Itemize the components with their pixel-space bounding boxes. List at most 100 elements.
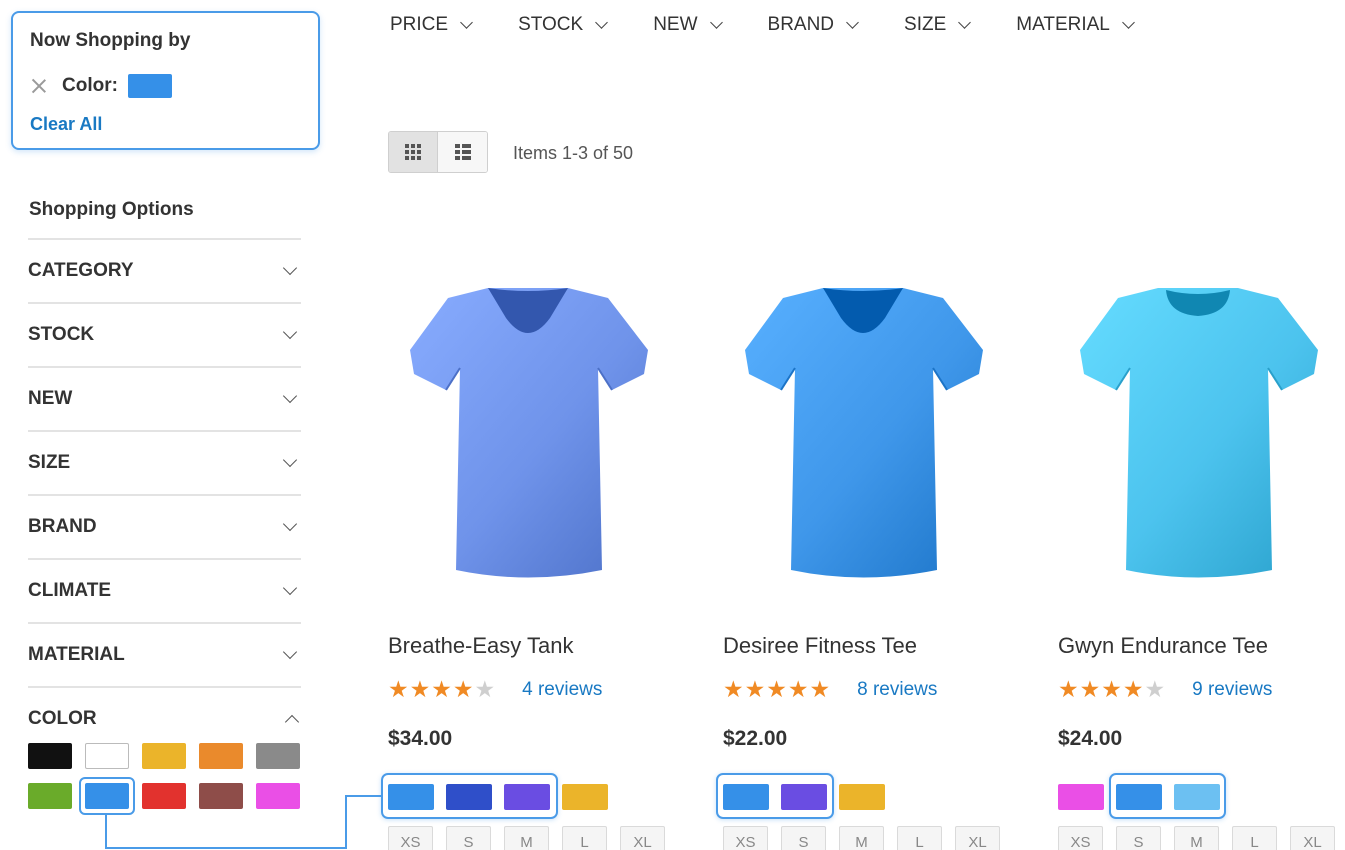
top-filter-label: MATERIAL: [1016, 14, 1110, 35]
size-option[interactable]: S: [446, 826, 491, 850]
chevron-down-icon: [846, 15, 859, 29]
items-count: Items 1-3 of 50: [513, 143, 634, 163]
color-swatch-wrapper: [142, 783, 186, 809]
color-swatch[interactable]: [142, 783, 186, 809]
color-swatch[interactable]: [142, 743, 186, 769]
product-color-swatch[interactable]: [562, 784, 608, 810]
clear-all-link[interactable]: Clear All: [30, 114, 102, 135]
size-option[interactable]: S: [1116, 826, 1161, 850]
top-filter-price[interactable]: PRICE: [390, 14, 473, 36]
color-swatch-wrapper: [199, 743, 243, 769]
active-filter: Color:: [30, 74, 172, 98]
top-filter-new[interactable]: NEW: [653, 14, 723, 36]
size-option[interactable]: M: [839, 826, 884, 850]
color-swatch[interactable]: [256, 783, 300, 809]
product-color-swatch[interactable]: [1116, 784, 1162, 810]
reviews-link[interactable]: 9 reviews: [1192, 679, 1272, 701]
top-filter-stock[interactable]: STOCK: [518, 14, 609, 36]
top-filter-size[interactable]: SIZE: [904, 14, 972, 36]
size-option[interactable]: XS: [1058, 826, 1103, 850]
rating-stars: ★★★★★: [1058, 678, 1166, 701]
top-filter-brand[interactable]: BRAND: [768, 14, 859, 36]
color-swatch[interactable]: [199, 783, 243, 809]
star-icon: ★: [1101, 676, 1123, 702]
filter-climate[interactable]: CLIMATE: [28, 560, 301, 624]
chevron-down-icon: [1122, 15, 1135, 29]
chevron-down-icon: [282, 260, 298, 276]
remove-filter-icon[interactable]: [30, 77, 48, 95]
size-option[interactable]: XL: [620, 826, 665, 850]
filter-color[interactable]: COLOR: [28, 708, 301, 730]
star-icon: ★: [431, 676, 453, 702]
product-color-swatch[interactable]: [504, 784, 550, 810]
product-color-swatch[interactable]: [388, 784, 434, 810]
product-image[interactable]: [723, 270, 1003, 600]
filter-category[interactable]: CATEGORY: [28, 240, 301, 304]
grid-icon: [405, 144, 421, 160]
product-price: $24.00: [1058, 727, 1123, 750]
top-filter-label: STOCK: [518, 14, 584, 35]
star-icon: ★: [787, 676, 810, 702]
color-swatch[interactable]: [256, 743, 300, 769]
filter-size[interactable]: SIZE: [28, 432, 301, 496]
product-name[interactable]: Desiree Fitness Tee: [723, 633, 917, 659]
product-rating: ★★★★★ 9 reviews: [1058, 678, 1272, 701]
filter-label: COLOR: [28, 708, 97, 729]
color-swatch-grid: [28, 743, 300, 815]
star-icon: ★: [452, 676, 475, 702]
filter-new[interactable]: NEW: [28, 368, 301, 432]
chevron-down-icon: [282, 452, 298, 468]
color-swatch[interactable]: [199, 743, 243, 769]
size-option[interactable]: XL: [1290, 826, 1335, 850]
product-color-swatch[interactable]: [1174, 784, 1220, 810]
star-icon: ★: [809, 676, 832, 702]
color-swatch[interactable]: [85, 743, 129, 769]
product-color-swatches: [388, 784, 620, 810]
product-color-swatch[interactable]: [446, 784, 492, 810]
product-name[interactable]: Breathe-Easy Tank: [388, 633, 573, 659]
reviews-link[interactable]: 8 reviews: [857, 679, 937, 701]
chevron-down-icon: [595, 15, 609, 29]
chevron-down-icon: [282, 388, 298, 404]
size-option[interactable]: XL: [955, 826, 1000, 850]
filter-brand[interactable]: BRAND: [28, 496, 301, 560]
color-swatch-wrapper: [28, 783, 72, 809]
product-color-swatch[interactable]: [1058, 784, 1104, 810]
product-rating: ★★★★★ 4 reviews: [388, 678, 602, 701]
size-option[interactable]: S: [781, 826, 826, 850]
product-color-swatch[interactable]: [723, 784, 769, 810]
product-image[interactable]: [1058, 270, 1338, 600]
product-size-options: XS S M L XL: [388, 826, 678, 850]
filter-stock[interactable]: STOCK: [28, 304, 301, 368]
filter-label: BRAND: [28, 516, 97, 537]
chevron-down-icon: [460, 15, 473, 29]
filter-label: CATEGORY: [28, 260, 134, 281]
size-option[interactable]: XS: [723, 826, 768, 850]
chevron-down-icon: [282, 644, 298, 660]
reviews-link[interactable]: 4 reviews: [522, 679, 602, 701]
product-color-swatch[interactable]: [781, 784, 827, 810]
view-mode-toggle: [388, 131, 488, 173]
top-filter-material[interactable]: MATERIAL: [1016, 14, 1135, 36]
size-option[interactable]: L: [1232, 826, 1277, 850]
product-color-swatch[interactable]: [839, 784, 885, 810]
color-swatch[interactable]: [28, 743, 72, 769]
size-option[interactable]: XS: [388, 826, 433, 850]
star-icon: ★: [1122, 676, 1145, 702]
filter-label: STOCK: [28, 324, 95, 345]
filter-material[interactable]: MATERIAL: [28, 624, 301, 688]
color-swatch[interactable]: [28, 783, 72, 809]
list-view-button[interactable]: [438, 132, 487, 172]
size-option[interactable]: L: [897, 826, 942, 850]
color-swatch-wrapper: [142, 743, 186, 769]
color-swatch[interactable]: [85, 783, 129, 809]
product-color-swatches: [1058, 784, 1232, 810]
size-option[interactable]: M: [1174, 826, 1219, 850]
size-option[interactable]: L: [562, 826, 607, 850]
product-image[interactable]: [388, 270, 668, 600]
product-name[interactable]: Gwyn Endurance Tee: [1058, 633, 1268, 659]
star-icon: ★: [409, 676, 432, 702]
size-option[interactable]: M: [504, 826, 549, 850]
grid-view-button[interactable]: [389, 132, 438, 172]
star-icon: ★: [1079, 676, 1102, 702]
